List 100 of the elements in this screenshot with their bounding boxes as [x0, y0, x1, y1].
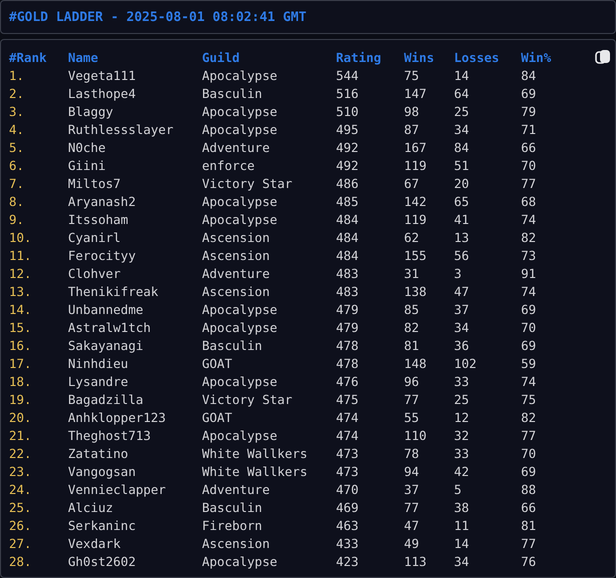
rank-cell-text: 1. — [9, 68, 26, 82]
table-cell-text: Victory Star — [202, 392, 294, 406]
rank-cell-text: 5. — [9, 140, 26, 154]
table-cell-text: 485 — [336, 194, 360, 208]
table-cell-text: Astralw1tch — [68, 320, 152, 334]
table-cell-text: 167 — [404, 140, 428, 154]
table-cell-text: 98 — [404, 104, 420, 118]
table-cell-text: Giini — [68, 158, 107, 172]
rank-cell-text: 23. — [9, 464, 33, 478]
table-cell-text: 74 — [521, 374, 538, 388]
table-cell-text: 47 — [454, 284, 470, 298]
table-cell-text: Apocalypse — [202, 104, 278, 118]
table-cell-text: 3 — [454, 266, 463, 280]
table-cell-text: 69 — [521, 302, 538, 316]
table-cell-text: 56 — [454, 248, 470, 262]
table-cell-text: GOAT — [202, 356, 234, 370]
table-cell-text: 77 — [521, 428, 538, 442]
table-cell-text: 74 — [521, 284, 538, 298]
table-cell-text: Apocalypse — [202, 374, 278, 388]
rank-cell-text: 21. — [9, 428, 33, 442]
table-cell-text: Apocalypse — [202, 302, 278, 316]
table-cell-text: 34 — [454, 320, 470, 334]
table-cell-text: 67 — [404, 176, 420, 190]
table-cell-text: 36 — [454, 338, 470, 352]
rank-cell-text: 26. — [9, 518, 33, 532]
table-cell-text: 119 — [404, 158, 428, 172]
rank-cell-text: 6. — [9, 158, 26, 172]
table-cell-text: 20 — [454, 176, 470, 190]
table-cell-text: Unbannedme — [68, 302, 144, 316]
table-cell-text: 423 — [336, 554, 360, 568]
rank-cell-text: 16. — [9, 338, 33, 352]
rank-cell-text: 20. — [9, 410, 33, 424]
rank-cell-text: 4. — [9, 122, 26, 136]
table-cell-text: Ruthlessslayer — [68, 122, 174, 136]
column-header: Guild — [202, 50, 241, 64]
table-cell-text: 68 — [521, 194, 538, 208]
table-cell-text: 81 — [521, 518, 538, 532]
table-cell-text: 478 — [336, 338, 360, 352]
table-cell-text: White Wallkers — [202, 446, 308, 460]
table-cell-text: Clohver — [68, 266, 122, 280]
table-cell-text: 38 — [454, 500, 470, 514]
table-cell-text: Adventure — [202, 266, 271, 280]
rank-cell-text: 18. — [9, 374, 33, 388]
rank-cell-text: 22. — [9, 446, 33, 460]
table-cell-text: 474 — [336, 428, 360, 442]
table-cell-text: 113 — [404, 554, 428, 568]
table-cell-text: 102 — [454, 356, 478, 370]
table-cell-text: White Wallkers — [202, 464, 308, 478]
table-cell-text: 49 — [404, 536, 420, 550]
table-cell-text: 66 — [521, 140, 538, 154]
table-cell-text: 51 — [454, 158, 470, 172]
table-cell-text: 59 — [521, 356, 538, 370]
table-cell-text: Aryanash2 — [68, 194, 137, 208]
copy-icon[interactable] — [595, 49, 611, 65]
table-cell-text: 14 — [454, 68, 470, 82]
table-cell-text: 69 — [521, 464, 538, 478]
column-header: Losses — [454, 50, 500, 64]
rank-cell-text: 28. — [9, 554, 33, 568]
table-cell-text: 70 — [521, 158, 538, 172]
table-cell-text: 70 — [521, 446, 538, 460]
table-cell-text: 5 — [454, 482, 463, 496]
table-cell-text: 33 — [454, 374, 470, 388]
rank-cell-text: 10. — [9, 230, 33, 244]
table-cell-text: Adventure — [202, 482, 271, 496]
rank-cell-text: 3. — [9, 104, 26, 118]
table-cell-text: 469 — [336, 500, 360, 514]
table-cell-text: Cyanirl — [68, 230, 122, 244]
table-cell-text: 13 — [454, 230, 470, 244]
table-cell-text: Bagadzilla — [68, 392, 144, 406]
table-cell-text: 73 — [521, 248, 538, 262]
table-cell-text: Miltos7 — [68, 176, 122, 190]
table-cell-text: 75 — [404, 68, 420, 82]
table-cell-text: Fireborn — [202, 518, 264, 532]
table-cell-text: 147 — [404, 86, 428, 100]
table-cell-text: 34 — [454, 122, 470, 136]
table-cell-text: 495 — [336, 122, 360, 136]
table-cell-text: Thenikifreak — [68, 284, 160, 298]
table-cell-text: Ninhdieu — [68, 356, 130, 370]
table-cell-text: 77 — [521, 536, 538, 550]
table-cell-text: Lasthope4 — [68, 86, 137, 100]
table-cell-text: 516 — [336, 86, 360, 100]
table-cell-text: 479 — [336, 320, 360, 334]
table-cell-text: Vexdark — [68, 536, 122, 550]
rank-cell-text: 15. — [9, 320, 33, 334]
table-cell-text: Apocalypse — [202, 320, 278, 334]
table-cell-text: 32 — [454, 428, 470, 442]
table-cell-text: Vangogsan — [68, 464, 137, 478]
rank-cell-text: 12. — [9, 266, 33, 280]
table-cell-text: Basculin — [202, 338, 264, 352]
column-header: #Rank — [9, 50, 48, 64]
table-cell-text: 492 — [336, 140, 360, 154]
rank-cell-text: 13. — [9, 284, 33, 298]
table-cell-text: enforce — [202, 158, 256, 172]
ladder-title: #GOLD LADDER - 2025-08-01 08:02:41 GMT — [9, 10, 306, 24]
rank-cell-text: 27. — [9, 536, 33, 550]
table-cell-text: Lysandre — [68, 374, 130, 388]
table-cell-text: 484 — [336, 230, 360, 244]
table-cell-text: Alciuz — [68, 500, 114, 514]
table-cell-text: 47 — [404, 518, 420, 532]
table-cell-text: 31 — [404, 266, 420, 280]
